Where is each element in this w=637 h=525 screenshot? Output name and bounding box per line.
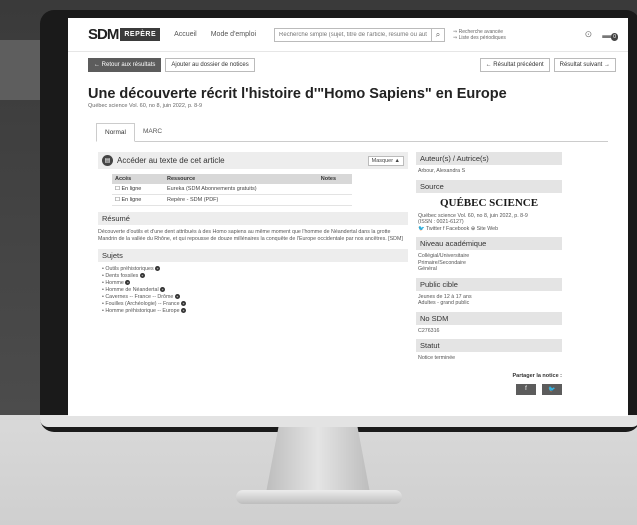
subject-label: Homme de Néandertal [105, 287, 159, 293]
column-header-notes: Notes [317, 174, 352, 184]
nav-home-link[interactable]: Accueil [174, 31, 197, 38]
source-social-links[interactable]: 🐦 Twitter f Facebook ⊕ Site Web [418, 226, 560, 233]
record-body: ▤ Accéder au texte de cet article Masque… [68, 142, 628, 395]
author-link[interactable]: Arbour, Alexandra S [416, 165, 562, 176]
book-icon: ▤ [102, 155, 113, 166]
access-table: Accès Ressource Notes ☐ En ligne Eureka … [112, 174, 352, 206]
subject-item[interactable]: Homme de Néandertal + [102, 287, 408, 294]
cart-count-badge: 0 [611, 32, 618, 41]
sidebar: Auteur(s) / Autrice(s) Arbour, Alexandra… [416, 152, 562, 395]
table-header-row: Accès Ressource Notes [112, 174, 352, 184]
notes-cell [317, 184, 352, 195]
subject-label: Cavernes -- France -- Drôme [105, 294, 174, 300]
help-icon[interactable]: ⊙ [585, 29, 593, 40]
sdm-number-heading: No SDM [416, 311, 562, 325]
plus-icon[interactable]: + [139, 273, 145, 278]
subject-item[interactable]: Homme préhistorique -- Europe + [102, 308, 408, 315]
academic-levels: Collégial/Universitaire Primaire/Seconda… [416, 250, 562, 274]
column-header-access: Accès [112, 174, 165, 184]
subject-label: Homme préhistorique -- Europe [105, 308, 180, 314]
previous-result-button[interactable]: ← Résultat précédent [479, 58, 550, 72]
search-button[interactable]: ⌕ [431, 27, 446, 42]
search-input[interactable] [274, 27, 433, 42]
back-to-results-button[interactable]: ← Retour aux résultats [88, 58, 162, 72]
source-logo: QUÉBEC SCIENCE [439, 196, 539, 209]
nav-help-link[interactable]: Mode d'emploi [211, 31, 256, 38]
facebook-share-button[interactable]: f [516, 383, 536, 395]
subjects-list: Outils préhistoriques + Dents fossiles +… [98, 262, 408, 315]
logo-sdm-text: SDM [88, 26, 119, 43]
level-item: Général [418, 266, 437, 272]
subject-item[interactable]: Cavernes -- France -- Drôme + [102, 294, 408, 301]
access-type-cell: ☐ En ligne [112, 194, 165, 206]
plus-icon[interactable]: + [181, 301, 186, 306]
audience-list: Jeunes de 12 à 17 ans Adultes - grand pu… [416, 291, 562, 308]
hide-access-button[interactable]: Masquer ▲ [367, 155, 404, 166]
record-title: Une découverte récrit l'histoire d'"Homo… [88, 86, 507, 102]
academic-level-heading: Niveau académique [416, 237, 562, 250]
source-details: Québec science Vol. 60, no 8, juin 2022,… [416, 210, 562, 234]
subject-item[interactable]: Fouilles (Archéologie) -- France + [102, 301, 408, 308]
sdm-number: C276316 [418, 327, 440, 334]
summary-text: Découverte d'outils et d'une dent attrib… [98, 229, 403, 242]
add-to-folder-button[interactable]: Ajouter au dossier de notices [165, 58, 255, 72]
subjects-heading: Sujets [98, 249, 408, 262]
facebook-icon: f [525, 386, 527, 392]
site-logo[interactable]: SDM REPÈRE [88, 26, 161, 43]
plus-icon[interactable]: + [155, 266, 161, 271]
subject-label: Outils préhistoriques [105, 266, 154, 272]
advanced-search-link[interactable]: ⇒ Recherche avancée [453, 29, 506, 35]
column-header-resource: Ressource [164, 174, 318, 184]
user-icons: ⊙ ▬ 0 [585, 29, 618, 41]
twitter-icon: 🐦 [548, 386, 556, 393]
status-heading: Statut [416, 339, 562, 352]
record-subtitle: Québec science Vol. 60, no 8, juin 2022,… [88, 103, 203, 109]
cart-icon[interactable]: ▬ 0 [602, 30, 618, 41]
record-actions: ← Retour aux résultats Ajouter au dossie… [68, 52, 628, 72]
main-column: ▤ Accéder au texte de cet article Masque… [98, 152, 408, 395]
source-heading: Source [416, 179, 562, 193]
twitter-share-button[interactable]: 🐦 [542, 383, 562, 395]
monitor-stand-neck [266, 427, 370, 493]
summary-heading: Résumé [98, 212, 408, 225]
top-bar: SDM REPÈRE Accueil Mode d'emploi ⌕ ⇒ Rec… [68, 18, 628, 52]
tab-marc[interactable]: MARC [135, 123, 170, 141]
monitor-screen: SDM REPÈRE Accueil Mode d'emploi ⌕ ⇒ Rec… [68, 18, 628, 416]
access-type-cell: ☐ En ligne [112, 184, 165, 195]
audience-heading: Public cible [416, 277, 562, 291]
subject-item[interactable]: Homme + [102, 280, 408, 287]
subject-label: Fouilles (Archéologie) -- France [105, 301, 180, 307]
access-panel-title: Accéder au texte de cet article [117, 156, 225, 165]
notes-cell [317, 194, 352, 206]
access-panel-header: ▤ Accéder au texte de cet article Masque… [98, 152, 408, 169]
advanced-links: ⇒ Recherche avancée ⇒ Liste des périodiq… [453, 29, 506, 41]
monitor-chin [40, 415, 637, 427]
subject-label: Dents fossiles [105, 273, 139, 279]
view-tabs: Normal MARC [96, 123, 608, 142]
plus-icon[interactable]: + [181, 308, 186, 313]
resource-link[interactable]: Eureka (SDM Abonnements gratuits) [164, 184, 318, 195]
resource-link[interactable]: Repère - SDM (PDF) [164, 194, 318, 206]
periodicals-list-link[interactable]: ⇒ Liste des périodiques [453, 35, 506, 41]
subject-item[interactable]: Dents fossiles + [102, 273, 408, 280]
search-icon: ⌕ [435, 29, 441, 39]
subject-item[interactable]: Outils préhistoriques + [102, 266, 408, 273]
plus-icon[interactable]: + [160, 287, 166, 292]
audience-item: Adultes - grand public [418, 300, 470, 306]
monitor-stand-base [236, 490, 402, 504]
plus-icon[interactable]: + [125, 280, 131, 285]
plus-icon[interactable]: + [174, 294, 180, 299]
share-label: Partager la notice : [512, 372, 562, 379]
next-result-button[interactable]: Résultat suivant → [553, 58, 616, 72]
logo-repere-text: REPÈRE [120, 28, 161, 41]
subject-label: Homme [105, 280, 124, 286]
status-value: Notice terminée [418, 355, 456, 361]
table-row: ☐ En ligne Repère - SDM (PDF) [112, 194, 352, 206]
author-heading: Auteur(s) / Autrice(s) [416, 152, 562, 165]
table-row: ☐ En ligne Eureka (SDM Abonnements gratu… [112, 184, 352, 195]
share-buttons: f 🐦 [416, 379, 562, 395]
tab-normal[interactable]: Normal [96, 123, 135, 142]
